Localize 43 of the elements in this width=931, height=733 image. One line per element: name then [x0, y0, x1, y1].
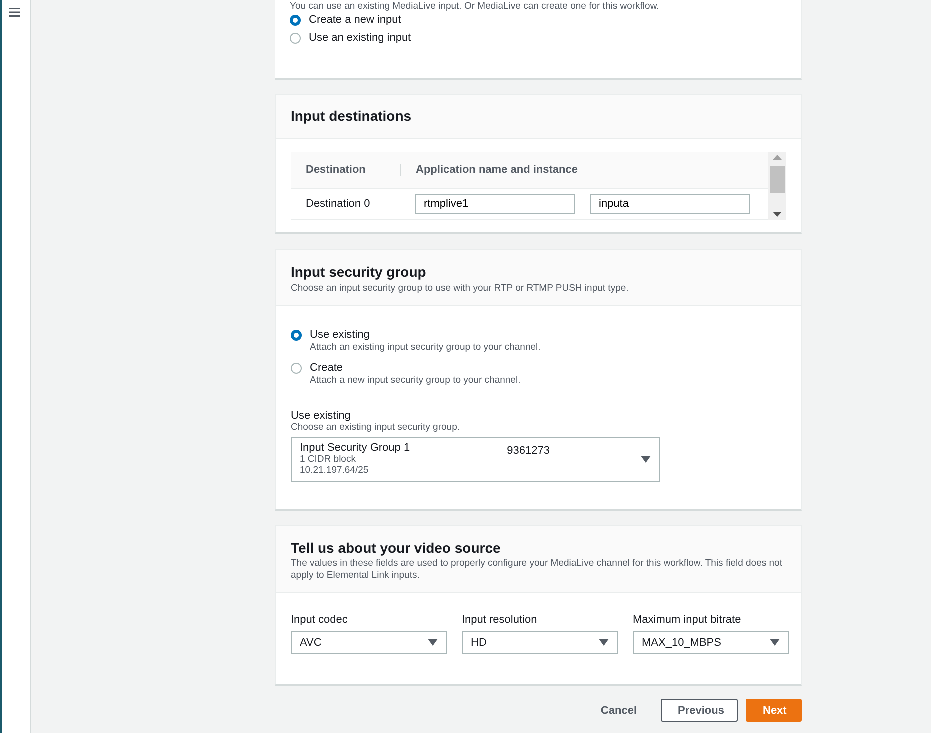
previous-button[interactable]: Previous	[661, 699, 738, 722]
caret-icon	[770, 639, 780, 646]
radio-label: Create a new input	[309, 14, 402, 27]
section-title: Tell us about your video source	[291, 540, 502, 556]
input-field[interactable]: rtmplive1	[415, 194, 575, 214]
cancel-link[interactable]: Cancel	[584, 699, 653, 722]
option-description: Attach an existing input security group to your channel.	[310, 342, 541, 354]
radio-button[interactable]	[291, 330, 302, 341]
section-description: You can use an existing MediaLive input. Or MediaLive can create one for this workflow.	[290, 0, 660, 13]
menu-icon[interactable]	[9, 8, 20, 17]
column-header: Destination	[291, 164, 401, 176]
group-detail: 1 CIDR block	[300, 454, 357, 465]
radio-button[interactable]	[290, 15, 301, 26]
field-label: Maximum input bitrate	[633, 614, 742, 626]
input-field[interactable]: inputa	[590, 194, 750, 214]
radio-label: Use existing	[310, 329, 371, 342]
scroll-down-icon[interactable]	[772, 212, 782, 217]
dropdown[interactable]: HD	[462, 631, 618, 654]
group-cidr: 10.21.197.64/25	[300, 465, 370, 476]
column-header: Application name and instance	[415, 164, 579, 176]
caret-icon	[599, 639, 609, 646]
group-name: Input Security Group 1	[300, 443, 410, 454]
option-description: Attach a new input security group to your channel.	[310, 375, 521, 387]
field-label: Input codec	[291, 614, 349, 626]
section-description: The values in these fields are used to properly configure your MediaLive channel for this workflow. This field does not apply to Elemental Link inputs.	[291, 558, 784, 582]
dropdown[interactable]: MAX_10_MBPS	[633, 631, 789, 654]
field-label: Input resolution	[462, 614, 538, 626]
radio-button[interactable]	[290, 33, 301, 44]
group-id: 9361273	[507, 444, 550, 456]
section-title: Input security group	[291, 264, 428, 280]
scrollbar[interactable]	[768, 152, 786, 220]
section-title: Input destinations	[291, 108, 413, 124]
caret-icon	[640, 456, 651, 462]
security-group-select[interactable]: Input Security Group 1 1 CIDR block 10.21.197.64/25 9361273	[291, 437, 660, 482]
field-description: Choose an existing input security group.	[291, 422, 461, 434]
radio-label: Use an existing input	[309, 32, 412, 45]
caret-icon	[428, 639, 438, 646]
radio-label: Create	[310, 362, 344, 375]
field-label: Use existing	[291, 410, 352, 422]
table-cell-text: Destination 0	[305, 198, 372, 210]
radio-button[interactable]	[291, 363, 302, 374]
section-description: Choose an input security group to use with your RTP or RTMP PUSH input type.	[291, 283, 630, 295]
dropdown[interactable]: AVC	[291, 631, 447, 654]
